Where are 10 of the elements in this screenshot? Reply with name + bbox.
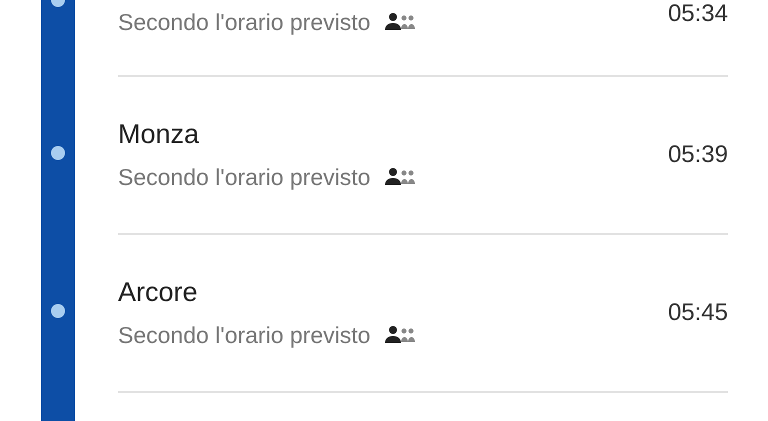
- departure-time: 05:34: [668, 0, 728, 28]
- stop-dot: [51, 146, 65, 160]
- departure-time: 05:45: [668, 299, 728, 327]
- stop-dot: [51, 304, 65, 318]
- status-text: Secondo l'orario previsto: [118, 164, 370, 191]
- status-text: Secondo l'orario previsto: [118, 9, 370, 36]
- station-name: Arcore: [118, 277, 198, 308]
- status-text: Secondo l'orario previsto: [118, 322, 370, 349]
- departure-time: 05:39: [668, 141, 728, 169]
- station-name: Monza: [118, 119, 200, 150]
